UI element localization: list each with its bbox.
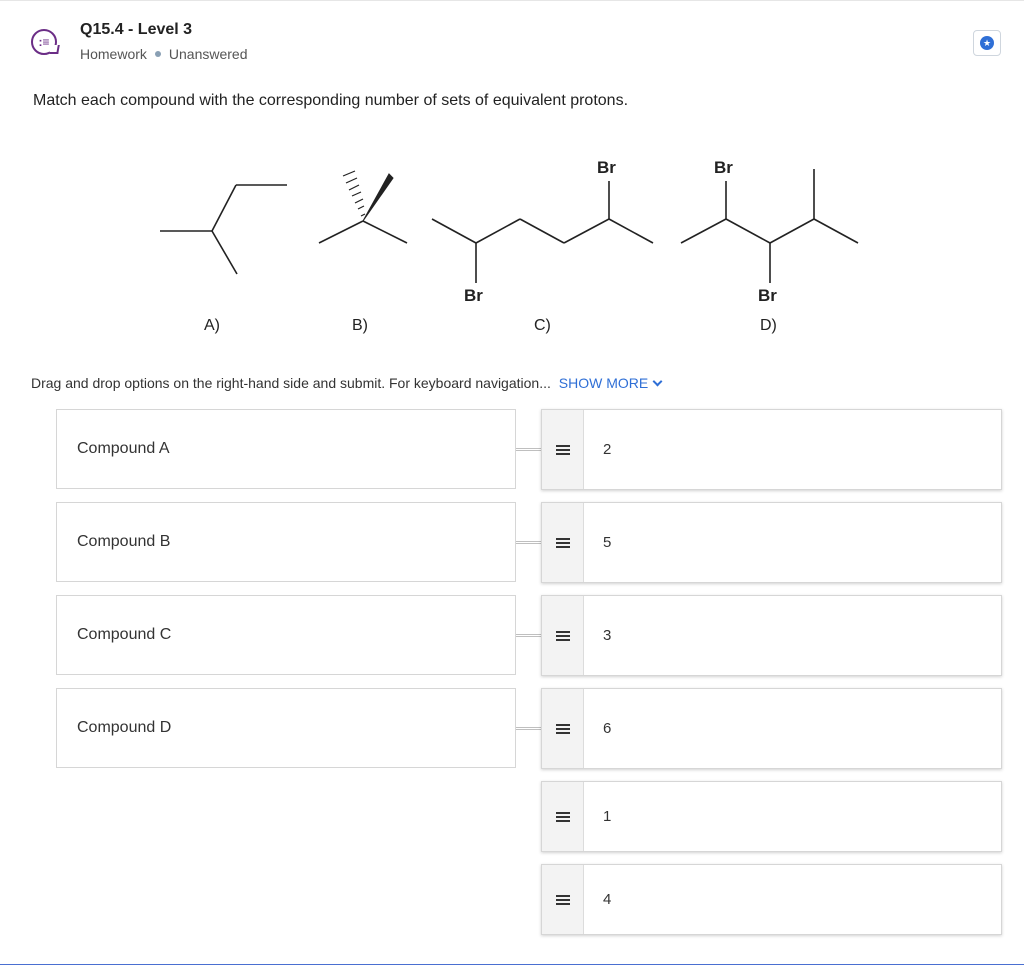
connector-line [516, 448, 542, 451]
option-value: 2 [603, 441, 612, 458]
bromine-label-c-bottom: Br [464, 286, 483, 305]
question-title: Q15.4 - Level 3 [80, 21, 193, 38]
drag-handle-icon[interactable] [542, 503, 584, 582]
list-chat-icon: :≡ [31, 29, 57, 55]
drop-target-label: Compound D [77, 719, 172, 736]
show-more-label: SHOW MORE [558, 375, 649, 391]
drop-target-label: Compound C [77, 626, 172, 643]
question-meta: Homework Unanswered [80, 46, 248, 62]
drop-target-label: Compound A [77, 440, 170, 457]
drop-target-label: Compound B [77, 533, 171, 550]
option-value: 6 [603, 720, 612, 737]
drag-handle-icon[interactable] [542, 596, 584, 675]
option-value: 3 [603, 627, 612, 644]
drag-handle-icon[interactable] [542, 782, 584, 851]
structure-d [680, 169, 859, 283]
bromine-label-c-top: Br [597, 158, 616, 177]
drag-handle-icon[interactable] [542, 410, 584, 489]
drop-target-compound-d[interactable]: Compound D [56, 688, 516, 768]
question-type: Homework [80, 46, 147, 62]
drag-handle-icon[interactable] [542, 865, 584, 934]
connector-line [516, 634, 542, 637]
option-value: 5 [603, 534, 612, 551]
drop-target-compound-a[interactable]: Compound A [56, 409, 516, 489]
draggable-option[interactable]: 2 [541, 409, 1002, 490]
question-card: :≡ Q15.4 - Level 3 Homework Unanswered ★… [0, 0, 1024, 965]
star-badge-icon: ★ [980, 36, 994, 50]
bromine-label-d-top: Br [714, 158, 733, 177]
connector-line [516, 541, 542, 544]
hashed-bond [342, 170, 366, 217]
structure-label-c: C) [534, 317, 551, 334]
option-value: 1 [603, 808, 612, 825]
drag-handle-icon[interactable] [542, 689, 584, 768]
structure-a [160, 184, 287, 275]
structure-b [318, 173, 408, 244]
structure-label-a: A) [204, 317, 220, 334]
structure-c [431, 181, 654, 283]
instructions-text: Drag and drop options on the right-hand … [31, 375, 551, 391]
question-status: Unanswered [168, 46, 248, 62]
connector-line [516, 727, 542, 730]
separator-dot-icon [154, 51, 161, 57]
draggable-option[interactable]: 1 [541, 781, 1002, 852]
bromine-label-d-bottom: Br [758, 286, 777, 305]
draggable-option[interactable]: 3 [541, 595, 1002, 676]
question-prompt: Match each compound with the correspondi… [33, 92, 629, 109]
show-more-link[interactable]: SHOW MORE [558, 375, 663, 391]
drop-target-compound-b[interactable]: Compound B [56, 502, 516, 582]
chemical-structures-drawing [160, 169, 859, 283]
bookmark-button[interactable]: ★ [973, 30, 1001, 56]
drop-target-compound-c[interactable]: Compound C [56, 595, 516, 675]
draggable-option[interactable]: 6 [541, 688, 1002, 769]
structures-figure: Br Br Br Br A) B) C) D) [0, 141, 1024, 351]
structure-label-d: D) [760, 317, 777, 334]
draggable-option[interactable]: 4 [541, 864, 1002, 935]
option-value: 4 [603, 891, 612, 908]
chevron-down-icon [652, 376, 663, 387]
drag-instructions: Drag and drop options on the right-hand … [31, 375, 663, 391]
structure-label-b: B) [352, 317, 368, 334]
draggable-option[interactable]: 5 [541, 502, 1002, 583]
